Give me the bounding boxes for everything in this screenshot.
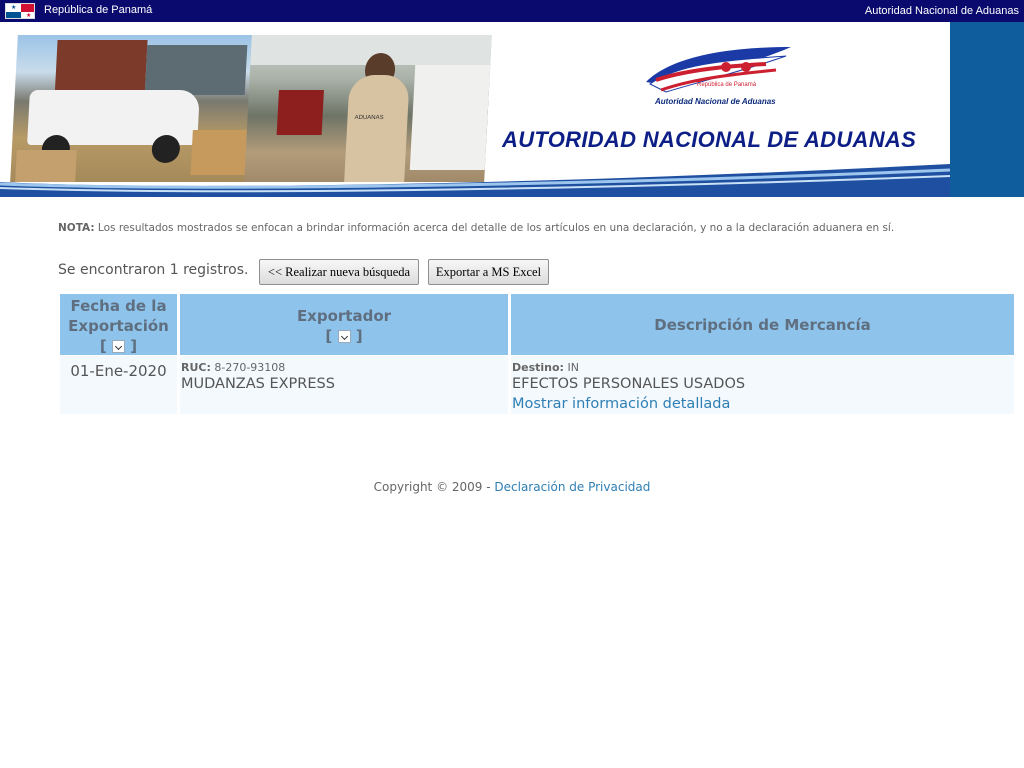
- logo-name: Autoridad Nacional de Aduanas: [655, 97, 776, 106]
- cell-descripcion: Destino: IN EFECTOS PERSONALES USADOS Mo…: [511, 356, 1014, 414]
- merchandise-description: EFECTOS PERSONALES USADOS: [512, 376, 746, 392]
- note-text: Los resultados mostrados se enfocan a br…: [94, 222, 895, 234]
- column-header-descripcion: Descripción de Mercancía: [511, 294, 1014, 355]
- show-details-link[interactable]: Mostrar información detallada: [512, 394, 1014, 414]
- footer: Copyright © 2009 - Declaración de Privac…: [0, 480, 1024, 494]
- banner-swoosh: [0, 164, 950, 197]
- column-header-fecha: Fecha de la Exportación [ ]: [60, 294, 177, 355]
- panama-flag-icon: ★ ★: [5, 3, 35, 19]
- customs-trucks-photo: [10, 35, 258, 182]
- customs-officer-photo: ADUANAS: [244, 35, 492, 182]
- sort-exportador-icon[interactable]: [337, 330, 351, 343]
- copyright-text: Copyright © 2009 -: [373, 480, 495, 494]
- destino-line: Destino: IN: [512, 361, 579, 374]
- results-count: Se encontraron 1 registros.: [58, 262, 249, 278]
- country-label: República de Panamá: [44, 4, 153, 16]
- agency-label: Autoridad Nacional de Aduanas: [864, 5, 1019, 17]
- sort-fecha-icon[interactable]: [112, 340, 125, 353]
- logo-subtitle: República de Panamá: [697, 82, 757, 88]
- column-header-exportador: Exportador [ ]: [180, 294, 508, 355]
- note-prefix: NOTA:: [58, 222, 95, 234]
- header-banner: ADUANAS República de Panamá Autoridad Na…: [0, 22, 950, 197]
- ruc-line: RUC: 8-270-93108: [181, 361, 286, 374]
- results-note: NOTA: Los resultados mostrados se enfoca…: [58, 222, 894, 234]
- banner-title: AUTORIDAD NACIONAL DE ADUANAS: [502, 127, 917, 152]
- export-excel-button[interactable]: Exportar a MS Excel: [428, 259, 549, 285]
- new-search-button[interactable]: << Realizar nueva búsqueda: [259, 259, 419, 285]
- cell-fecha: 01-Ene-2020: [60, 356, 177, 414]
- exporter-name: MUDANZAS EXPRESS: [181, 376, 335, 392]
- banner-side-panel: [950, 22, 1024, 197]
- privacy-link[interactable]: Declaración de Privacidad: [494, 480, 650, 494]
- cell-exportador: RUC: 8-270-93108 MUDANZAS EXPRESS: [180, 356, 508, 414]
- top-bar: ★ ★ República de Panamá Autoridad Naciona…: [0, 0, 1024, 22]
